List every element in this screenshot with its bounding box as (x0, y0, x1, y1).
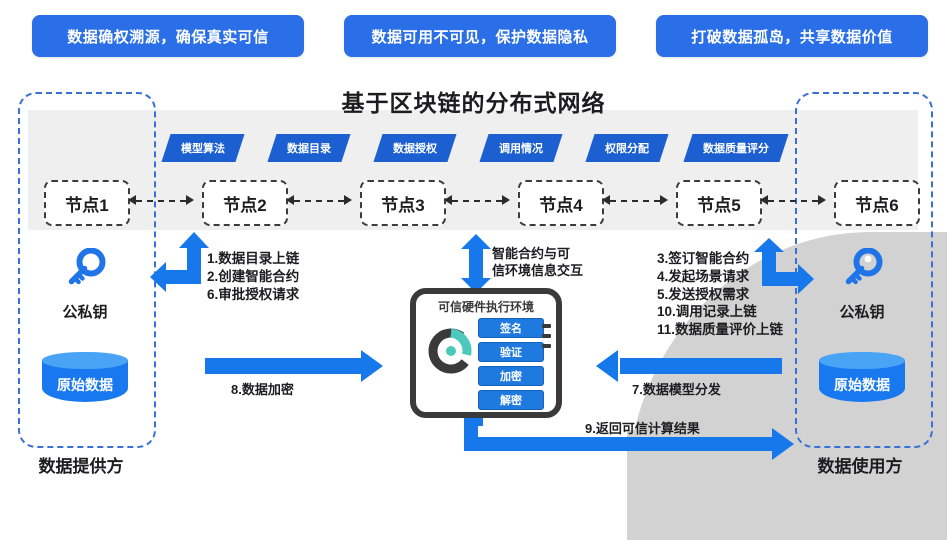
data-provider-label: 数据提供方 (38, 457, 124, 476)
tee-uplink-arrow-head (461, 234, 491, 249)
network-tag-permission-allocation: 权限分配 (585, 134, 669, 162)
tee-function-list: 签名 验证 加密 解密 (478, 318, 546, 414)
tag-label: 模型算法 (181, 143, 225, 155)
consumer-step-1: 3.签订智能合约 (657, 251, 750, 266)
provider-key-label: 公私钥 (62, 304, 108, 321)
tee-uplink-arrow-stem (469, 248, 483, 280)
node-4: 节点4 (518, 180, 604, 226)
node-link-4-5 (602, 195, 668, 205)
node-chain: 节点1 节点2 节点3 节点4 节点5 节点6 (0, 180, 947, 226)
network-tag-call-status: 调用情况 (479, 134, 563, 162)
network-title: 基于区块链的分布式网络 (341, 90, 606, 116)
node-5: 节点5 (676, 180, 762, 226)
consumer-key-group: 公私钥 (795, 247, 929, 322)
tee-button-verify[interactable]: 验证 (478, 342, 544, 362)
consumer-key-label: 公私钥 (839, 304, 885, 321)
tee-button-decrypt[interactable]: 解密 (478, 390, 544, 410)
network-tag-data-catalog: 数据目录 (267, 134, 351, 162)
tee-button-sign[interactable]: 签名 (478, 318, 544, 338)
node-2: 节点2 (202, 180, 288, 226)
provider-step-3: 6.审批授权请求 (207, 286, 300, 302)
network-tag-model-algorithm: 模型算法 (161, 134, 245, 162)
encrypt-flow-arrow-body (205, 358, 363, 374)
data-consumer-label: 数据使用方 (817, 457, 903, 476)
node-1: 节点1 (44, 180, 130, 226)
tee-interaction-caption: 智能合约与可 信环境信息交互 (492, 246, 583, 280)
tag-label: 权限分配 (605, 143, 649, 155)
result-flow-arrow-head (772, 428, 794, 460)
provider-step-1: 1.数据目录上链 (207, 251, 300, 266)
encrypt-flow-arrow-head (361, 350, 383, 382)
banner-pill-2: 数据可用不可见，保护数据隐私 (344, 15, 616, 57)
tee-title: 可信硬件执行环境 (437, 300, 534, 314)
node-6: 节点6 (834, 180, 920, 226)
provider-step-list: 1.数据目录上链 2.创建智能合约 6.审批授权请求 (207, 250, 299, 303)
provider-key-group: 公私钥 (18, 247, 152, 322)
diagram-canvas: 数据确权溯源，确保真实可信 数据可用不可见，保护数据隐私 打破数据孤岛，共享数据… (0, 0, 947, 540)
network-tag-data-quality-score: 数据质量评分 (683, 134, 789, 162)
key-icon (845, 247, 883, 285)
tee-caption-line-2: 信环境信息交互 (492, 262, 584, 278)
encrypt-flow-label: 8.数据加密 (231, 382, 294, 397)
provider-flow-arrow-left-head (150, 262, 166, 292)
node-link-1-2 (128, 195, 194, 205)
secure-chip-icon (428, 328, 474, 374)
provider-database-label: 原始数据 (57, 377, 113, 393)
tag-label: 数据质量评分 (703, 143, 769, 155)
node-link-5-6 (760, 195, 826, 205)
tag-label: 调用情况 (499, 143, 543, 155)
consumer-step-4: 10.调用记录上链 (657, 304, 757, 320)
network-tag-data-authorization: 数据授权 (373, 134, 457, 162)
distribute-flow-arrow-head (596, 350, 618, 382)
consumer-step-list: 3.签订智能合约 4.发起场景请求 5.发送授权需求 10.调用记录上链 11.… (657, 250, 783, 339)
banner-pill-row: 数据确权溯源，确保真实可信 数据可用不可见，保护数据隐私 打破数据孤岛，共享数据… (0, 15, 947, 57)
tag-label: 数据目录 (287, 143, 331, 155)
banner-pill-1: 数据确权溯源，确保真实可信 (32, 15, 304, 57)
tee-button-encrypt[interactable]: 加密 (478, 366, 544, 386)
consumer-database-label: 原始数据 (834, 377, 890, 393)
provider-step-2: 2.创建智能合约 (207, 268, 300, 284)
consumer-step-3: 5.发送授权需求 (657, 286, 750, 302)
result-flow-arrow-arm (464, 437, 774, 451)
node-3: 节点3 (360, 180, 446, 226)
tee-caption-line-1: 智能合约与可 (492, 246, 571, 261)
tee-box: 可信硬件执行环境 签名 验证 加密 解密 (410, 288, 562, 418)
provider-flow-arrow-up-head (179, 232, 209, 248)
provider-flow-arrow-arm (166, 270, 201, 284)
result-flow-label: 9.返回可信计算结果 (585, 421, 700, 436)
provider-database: 原始数据 (42, 352, 128, 408)
key-icon (68, 247, 106, 285)
chip-pins (542, 324, 552, 354)
banner-pill-3: 打破数据孤岛，共享数据价值 (656, 15, 928, 57)
node-link-2-3 (286, 195, 352, 205)
consumer-step-2: 4.发起场景请求 (657, 268, 750, 284)
node-link-3-4 (444, 195, 510, 205)
distribute-flow-arrow-body (620, 358, 782, 374)
tag-label: 数据授权 (393, 143, 437, 155)
consumer-step-5: 11.数据质量评价上链 (657, 322, 784, 338)
consumer-database: 原始数据 (819, 352, 905, 408)
network-tag-row: 模型算法 数据目录 数据授权 调用情况 权限分配 数据质量评分 (0, 134, 947, 162)
distribute-flow-label: 7.数据模型分发 (632, 382, 721, 397)
